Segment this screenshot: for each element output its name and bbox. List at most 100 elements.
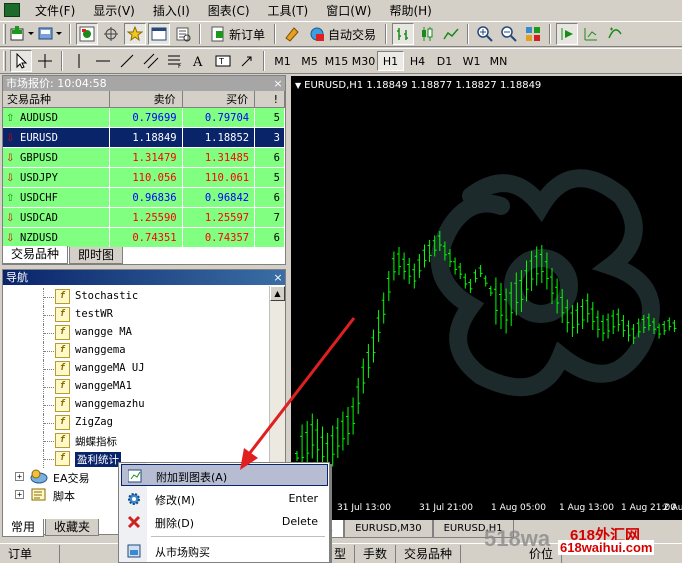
menu-tools[interactable]: 工具(T): [259, 2, 318, 19]
menu-insert[interactable]: 插入(I): [144, 2, 199, 19]
navigator-indicator-item[interactable]: f wanggemazhu: [3, 396, 271, 414]
bid-cell[interactable]: 0.96836: [109, 187, 183, 208]
indicators-button[interactable]: [604, 23, 626, 45]
navigator-indicator-item[interactable]: f testWR: [3, 306, 271, 324]
symbol-cell[interactable]: ⇧ USDCHF: [3, 187, 111, 208]
column-header-ask[interactable]: 买价: [182, 91, 256, 108]
navigator-indicator-item[interactable]: f wanggema: [3, 342, 271, 360]
navigator-indicator-item[interactable]: f Stochastic: [3, 288, 271, 306]
ask-cell[interactable]: 110.061: [182, 167, 256, 188]
period-h1[interactable]: H1: [377, 51, 404, 71]
terminal-toggle[interactable]: [148, 23, 170, 45]
tab-common[interactable]: 常用: [2, 519, 45, 537]
period-m30[interactable]: M30: [350, 51, 377, 71]
symbol-cell[interactable]: ⇩ GBPUSD: [3, 147, 111, 168]
tile-windows-button[interactable]: [522, 23, 544, 45]
toolbar-grip[interactable]: [3, 24, 6, 44]
ask-cell[interactable]: 1.25597: [182, 207, 256, 228]
menu-file[interactable]: 文件(F): [26, 2, 84, 19]
data-window-toggle[interactable]: [100, 23, 122, 45]
ask-cell[interactable]: 0.74357: [182, 227, 256, 248]
context-attach-to-chart[interactable]: 附加到图表(A): [121, 464, 328, 486]
period-w1[interactable]: W1: [458, 51, 485, 71]
spread-cell[interactable]: 3: [254, 127, 285, 148]
expand-icon[interactable]: +: [15, 472, 24, 481]
context-buy-from-market[interactable]: 从市场购买: [121, 540, 328, 562]
strategy-tester-toggle[interactable]: [172, 23, 194, 45]
symbol-cell[interactable]: ⇩ EURUSD: [3, 127, 111, 148]
auto-scroll-button[interactable]: [556, 23, 579, 45]
label-tool-button[interactable]: T: [212, 50, 234, 72]
bid-cell[interactable]: 110.056: [109, 167, 183, 188]
chart-tab-2[interactable]: EURUSD,M30: [344, 520, 433, 538]
equidistant-channel-button[interactable]: [140, 50, 162, 72]
profiles-button[interactable]: [38, 23, 64, 45]
fibonacci-button[interactable]: F: [164, 50, 186, 72]
market-watch-toggle[interactable]: [76, 23, 98, 45]
terminal-col-symbol[interactable]: 交易品种: [396, 544, 462, 563]
spread-cell[interactable]: 5: [254, 107, 285, 128]
symbol-cell[interactable]: ⇩ USDCAD: [3, 207, 111, 228]
table-row[interactable]: ⇩ GBPUSD 1.31479 1.31485 6: [3, 147, 285, 168]
spread-cell[interactable]: 5: [254, 167, 285, 188]
tab-symbols[interactable]: 交易品种: [2, 246, 69, 264]
symbol-cell[interactable]: ⇧ AUDUSD: [3, 107, 111, 128]
column-header-spread[interactable]: !: [254, 91, 285, 108]
spread-cell[interactable]: 6: [254, 227, 285, 248]
text-tool-button[interactable]: A: [188, 50, 210, 72]
navigator-indicator-item[interactable]: f wanggeMA UJ: [3, 360, 271, 378]
context-modify[interactable]: 修改(M) Enter: [121, 488, 328, 510]
period-m15[interactable]: M15: [323, 51, 350, 71]
symbol-cell[interactable]: ⇩ NZDUSD: [3, 227, 111, 248]
menu-charts[interactable]: 图表(C): [199, 2, 259, 19]
ask-cell[interactable]: 0.96842: [182, 187, 256, 208]
bid-cell[interactable]: 1.18849: [109, 127, 183, 148]
metaeditor-button[interactable]: [281, 23, 303, 45]
navigator-toggle[interactable]: [124, 23, 146, 45]
line-chart-button[interactable]: [440, 23, 462, 45]
zoom-out-button[interactable]: [498, 23, 520, 45]
menu-window[interactable]: 窗口(W): [317, 2, 380, 19]
horizontal-line-button[interactable]: [92, 50, 114, 72]
chart-shift-button[interactable]: [580, 23, 602, 45]
toolbar-grip[interactable]: [3, 51, 6, 71]
terminal-col-lots[interactable]: 手数: [355, 544, 397, 563]
zoom-in-button[interactable]: [474, 23, 496, 45]
table-row[interactable]: ⇩ USDJPY 110.056 110.061 5: [3, 167, 285, 188]
chart-window[interactable]: ▼ EURUSD,H1 1.18849 1.18877 1.18827 1.188…: [291, 76, 682, 520]
navigator-indicator-item[interactable]: f ZigZag: [3, 414, 271, 432]
navigator-indicator-item[interactable]: f wangge MA: [3, 324, 271, 342]
table-row[interactable]: ⇧ AUDUSD 0.79699 0.79704 5: [3, 107, 285, 128]
vertical-line-button[interactable]: [68, 50, 90, 72]
terminal-col-order[interactable]: 订单: [0, 544, 60, 563]
column-header-symbol[interactable]: 交易品种: [3, 91, 111, 108]
auto-trading-button[interactable]: 自动交易: [305, 23, 380, 45]
bid-cell[interactable]: 0.74351: [109, 227, 183, 248]
spread-cell[interactable]: 6: [254, 187, 285, 208]
expand-icon[interactable]: +: [15, 490, 24, 499]
navigator-indicator-item[interactable]: f 蝴蝶指标: [3, 432, 271, 450]
period-mn[interactable]: MN: [485, 51, 512, 71]
bid-cell[interactable]: 1.25590: [109, 207, 183, 228]
period-m1[interactable]: M1: [269, 51, 296, 71]
ask-cell[interactable]: 1.31485: [182, 147, 256, 168]
close-icon[interactable]: ×: [271, 76, 285, 91]
period-d1[interactable]: D1: [431, 51, 458, 71]
cursor-tool-button[interactable]: [10, 50, 32, 72]
new-order-button[interactable]: 新订单: [206, 23, 269, 45]
tab-favorites[interactable]: 收藏夹: [45, 519, 100, 536]
table-row[interactable]: ⇩ EURUSD 1.18849 1.18852 3: [3, 127, 285, 148]
tab-tick-chart[interactable]: 即时图: [69, 247, 124, 264]
terminal-col-type[interactable]: 型: [326, 544, 356, 563]
menu-help[interactable]: 帮助(H): [380, 2, 440, 19]
close-icon[interactable]: ×: [271, 270, 285, 285]
table-row[interactable]: ⇧ USDCHF 0.96836 0.96842 6: [3, 187, 285, 208]
new-chart-button[interactable]: [10, 23, 36, 45]
period-h4[interactable]: H4: [404, 51, 431, 71]
bid-cell[interactable]: 1.31479: [109, 147, 183, 168]
period-m5[interactable]: M5: [296, 51, 323, 71]
table-row[interactable]: ⇩ NZDUSD 0.74351 0.74357 6: [3, 227, 285, 248]
context-delete[interactable]: 删除(D) Delete: [121, 511, 328, 533]
crosshair-tool-button[interactable]: [34, 50, 56, 72]
spread-cell[interactable]: 6: [254, 147, 285, 168]
